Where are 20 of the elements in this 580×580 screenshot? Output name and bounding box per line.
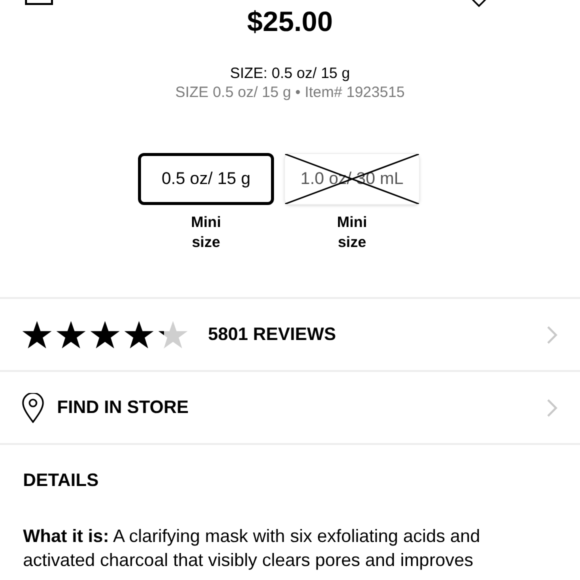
chevron-right-icon [546,398,558,418]
find-in-store-row[interactable]: FIND IN STORE [0,372,580,445]
chevron-right-icon [546,324,558,344]
item-info: SIZE 0.5 oz/ 15 g • Item# 1923515 [175,83,405,103]
star-icon [56,320,86,348]
reviews-count: 5801 REVIEWS [208,323,336,346]
size-note: Mini size [336,213,368,253]
size-label: SIZE: 0.5 oz/ 15 g [230,65,350,83]
size-note: Mini size [190,213,222,253]
location-pin-icon [22,392,44,422]
find-in-store-label: FIND IN STORE [57,396,189,419]
price: $25.00 [247,5,333,39]
size-option[interactable]: 0.5 oz/ 15 g [138,153,274,205]
details-heading: DETAILS [23,469,100,492]
star-icon [158,320,188,348]
reviews-row[interactable]: 5801 REVIEWS [0,299,580,372]
details-text: What it is: A clarifying mask with six exfoliating acids and activated charcoal that visibly clears pores and improves [23,525,482,572]
star-icon [124,320,154,348]
star-icon [22,320,52,348]
star-icon [90,320,120,348]
